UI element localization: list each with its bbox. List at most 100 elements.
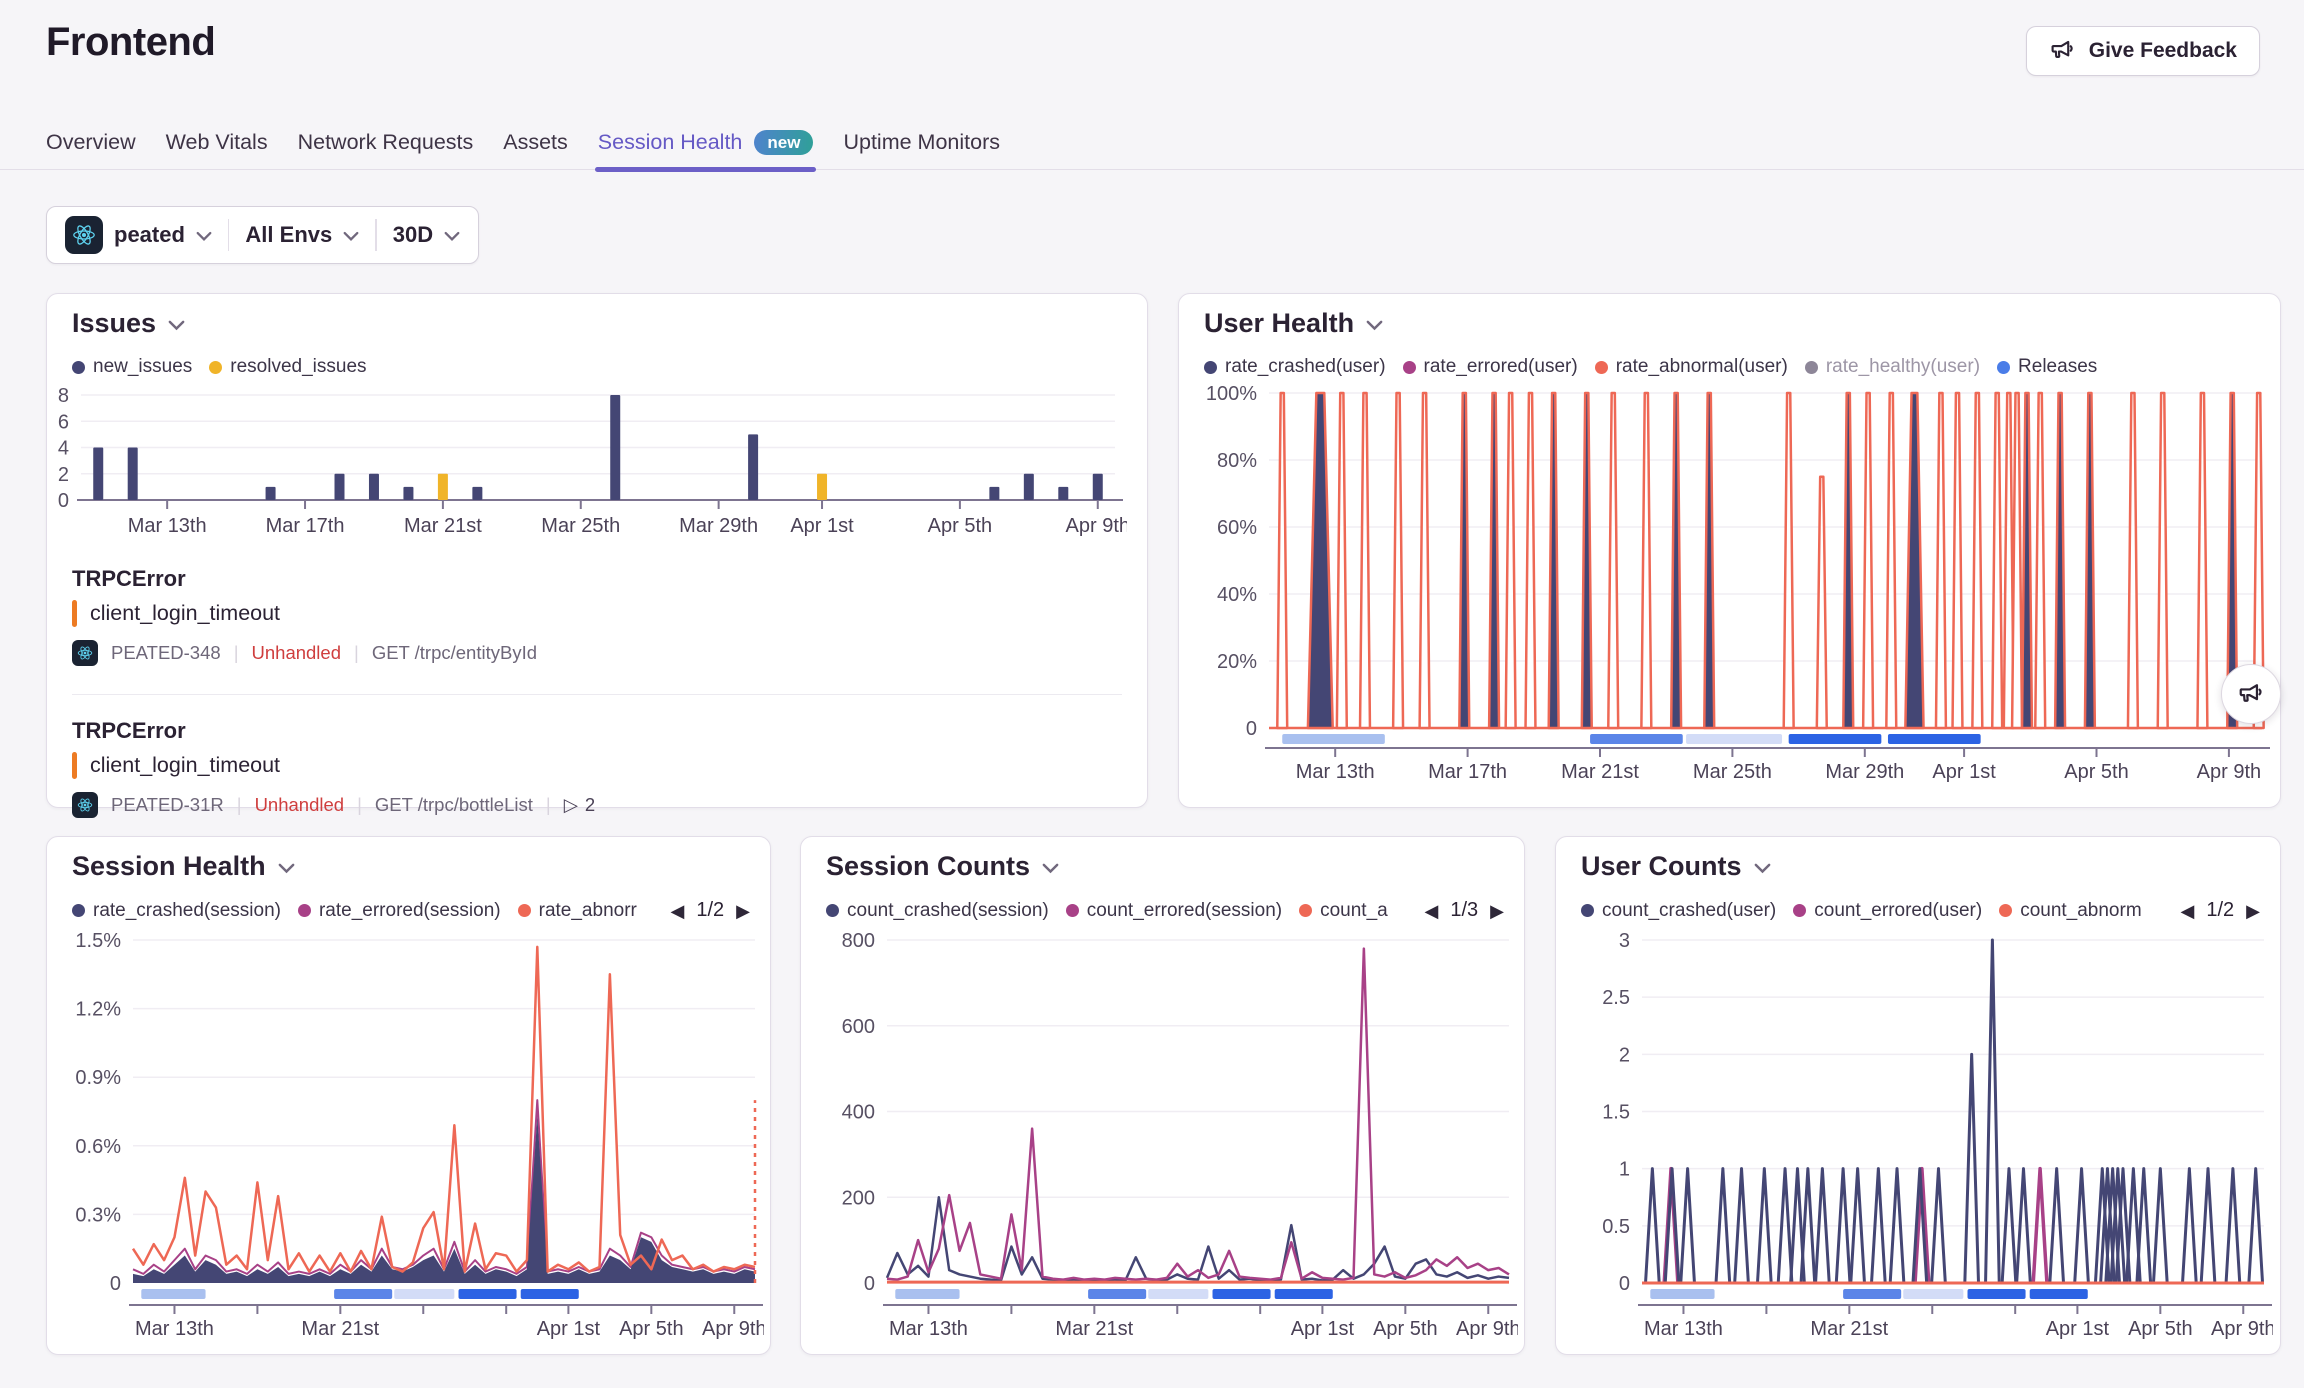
legend-item-rate-errored-session-[interactable]: rate_errored(session) <box>298 900 501 922</box>
legend-dot-icon <box>72 904 85 917</box>
tab-network-requests[interactable]: Network Requests <box>298 116 474 169</box>
session-counts-card-title: Session Counts <box>826 851 1059 882</box>
legend-item-count-crashed-session-[interactable]: count_crashed(session) <box>826 900 1049 922</box>
project-filter[interactable]: peated <box>65 216 212 254</box>
chevron-down-icon[interactable] <box>1366 320 1383 331</box>
legend-item-count-errored-user-[interactable]: count_errored(user) <box>1793 900 1982 922</box>
legend-label: new_issues <box>93 356 192 378</box>
megaphone-icon <box>2049 35 2076 68</box>
legend-item-rate-crashed-session-[interactable]: rate_crashed(session) <box>72 900 281 922</box>
divider: | <box>234 642 239 664</box>
svg-text:Apr 1st: Apr 1st <box>2046 1318 2110 1340</box>
tab-web-vitals[interactable]: Web Vitals <box>166 116 268 169</box>
legend-label: rate_crashed(session) <box>93 900 281 922</box>
legend-item-rate-healthy-user-[interactable]: rate_healthy(user) <box>1805 356 1980 378</box>
tab-overview[interactable]: Overview <box>46 116 136 169</box>
environment-filter[interactable]: All Envs <box>245 222 359 248</box>
chevron-down-icon[interactable] <box>278 863 295 874</box>
legend-item-rate-crashed-user-[interactable]: rate_crashed(user) <box>1204 356 1386 378</box>
chevron-down-icon <box>196 231 212 242</box>
svg-text:2.5: 2.5 <box>1602 987 1630 1009</box>
pager-next-icon[interactable]: ▶ <box>2246 902 2260 920</box>
pager-prev-icon[interactable]: ◀ <box>671 902 685 920</box>
card-title-label: Session Health <box>72 851 266 882</box>
issue-type[interactable]: TRPCError <box>72 718 186 744</box>
tab-assets[interactable]: Assets <box>503 116 568 169</box>
issue-handling-badge: Unhandled <box>252 642 342 664</box>
legend-item-count-a[interactable]: count_a <box>1299 900 1388 922</box>
chevron-down-icon[interactable] <box>168 320 185 331</box>
svg-text:Mar 21st: Mar 21st <box>1810 1318 1888 1340</box>
chevron-down-icon[interactable] <box>1042 863 1059 874</box>
issue-message-row[interactable]: client_login_timeout <box>72 600 280 627</box>
floating-feedback-button[interactable] <box>2221 664 2281 724</box>
svg-text:0: 0 <box>58 490 69 512</box>
svg-text:Mar 21st: Mar 21st <box>404 515 482 537</box>
legend-item-count-errored-session-[interactable]: count_errored(session) <box>1066 900 1282 922</box>
legend-dot-icon <box>1793 904 1806 917</box>
svg-text:8: 8 <box>58 385 69 407</box>
user-health-chart: 020%40%60%80%100%Mar 13thMar 17thMar 21s… <box>1187 380 2274 800</box>
svg-text:1.5: 1.5 <box>1602 1102 1630 1124</box>
legend-dot-icon <box>1999 904 2012 917</box>
tab-label: Uptime Monitors <box>843 130 1000 155</box>
pager-prev-icon[interactable]: ◀ <box>2181 902 2195 920</box>
divider: | <box>546 794 551 816</box>
chevron-down-icon <box>444 231 460 242</box>
user-health-legend: rate_crashed(user) rate_errored(user) rate… <box>1204 356 2260 378</box>
tab-bar: Overview Web Vitals Network Requests Assets… <box>0 116 2304 170</box>
issue-short-id: PEATED-31R <box>111 794 224 816</box>
svg-text:200: 200 <box>842 1187 875 1209</box>
legend-label: rate_crashed(user) <box>1225 356 1386 378</box>
issues-card-title: Issues <box>72 308 185 339</box>
legend-item-count-crashed-user-[interactable]: count_crashed(user) <box>1581 900 1776 922</box>
svg-text:Mar 13th: Mar 13th <box>128 515 207 537</box>
pager-prev-icon[interactable]: ◀ <box>1425 902 1439 920</box>
issue-type[interactable]: TRPCError <box>72 566 186 592</box>
tab-label: Web Vitals <box>166 130 268 155</box>
tab-label: Assets <box>503 130 568 155</box>
legend-item-Releases[interactable]: Releases <box>1997 356 2097 378</box>
pager-next-icon[interactable]: ▶ <box>1490 902 1504 920</box>
svg-text:80%: 80% <box>1217 450 1257 472</box>
legend-item-resolved-issues[interactable]: resolved_issues <box>209 356 366 378</box>
svg-text:Mar 29th: Mar 29th <box>1825 761 1904 783</box>
tab-label: Network Requests <box>298 130 474 155</box>
pager-next-icon[interactable]: ▶ <box>736 902 750 920</box>
legend-dot-icon <box>518 904 531 917</box>
svg-text:Apr 9th: Apr 9th <box>2197 761 2261 783</box>
divider: | <box>237 794 242 816</box>
issue-message-row[interactable]: client_login_timeout <box>72 752 280 779</box>
date-range-filter[interactable]: 30D <box>393 222 460 248</box>
tab-uptime-monitors[interactable]: Uptime Monitors <box>843 116 1000 169</box>
divider <box>72 694 1122 695</box>
tab-label: Overview <box>46 130 136 155</box>
tab-session-health[interactable]: Session Healthnew <box>598 116 814 169</box>
legend-item-rate-errored-user-[interactable]: rate_errored(user) <box>1403 356 1578 378</box>
give-feedback-button[interactable]: Give Feedback <box>2026 26 2260 76</box>
legend-item-new-issues[interactable]: new_issues <box>72 356 192 378</box>
pager-count: 1/3 <box>1450 899 1478 922</box>
legend-item-rate-abnormal-user-[interactable]: rate_abnormal(user) <box>1595 356 1788 378</box>
issues-card: Issues new_issuesresolved_issues 02468Ma… <box>46 293 1148 808</box>
tab-label: Session Health <box>598 130 743 155</box>
legend-dot-icon <box>1581 904 1594 917</box>
card-title-label: User Counts <box>1581 851 1742 882</box>
svg-text:1: 1 <box>1619 1159 1630 1181</box>
legend-item-rate-abnorr[interactable]: rate_abnorr <box>518 900 637 922</box>
pager-count: 1/2 <box>2206 899 2234 922</box>
filter-bar: peated All Envs 30D <box>46 206 479 264</box>
give-feedback-label: Give Feedback <box>2089 39 2237 63</box>
session-counts-chart: 0200400600800Mar 13thMar 21stApr 1stApr … <box>809 925 1518 1353</box>
legend-item-count-abnorm[interactable]: count_abnorm <box>1999 900 2141 922</box>
megaphone-icon <box>2237 678 2265 711</box>
svg-text:0.5: 0.5 <box>1602 1216 1630 1238</box>
issue-message: client_login_timeout <box>90 601 280 626</box>
legend-label: Releases <box>2018 356 2097 378</box>
legend-label: count_crashed(user) <box>1602 900 1776 922</box>
legend-pager: ◀1/2▶ <box>671 899 751 922</box>
chevron-down-icon[interactable] <box>1754 863 1771 874</box>
legend-pager: ◀ 1/3 ▶ <box>1425 899 1505 922</box>
svg-text:0: 0 <box>1246 718 1257 740</box>
issue-replay-count[interactable]: ▷2 <box>564 794 596 816</box>
